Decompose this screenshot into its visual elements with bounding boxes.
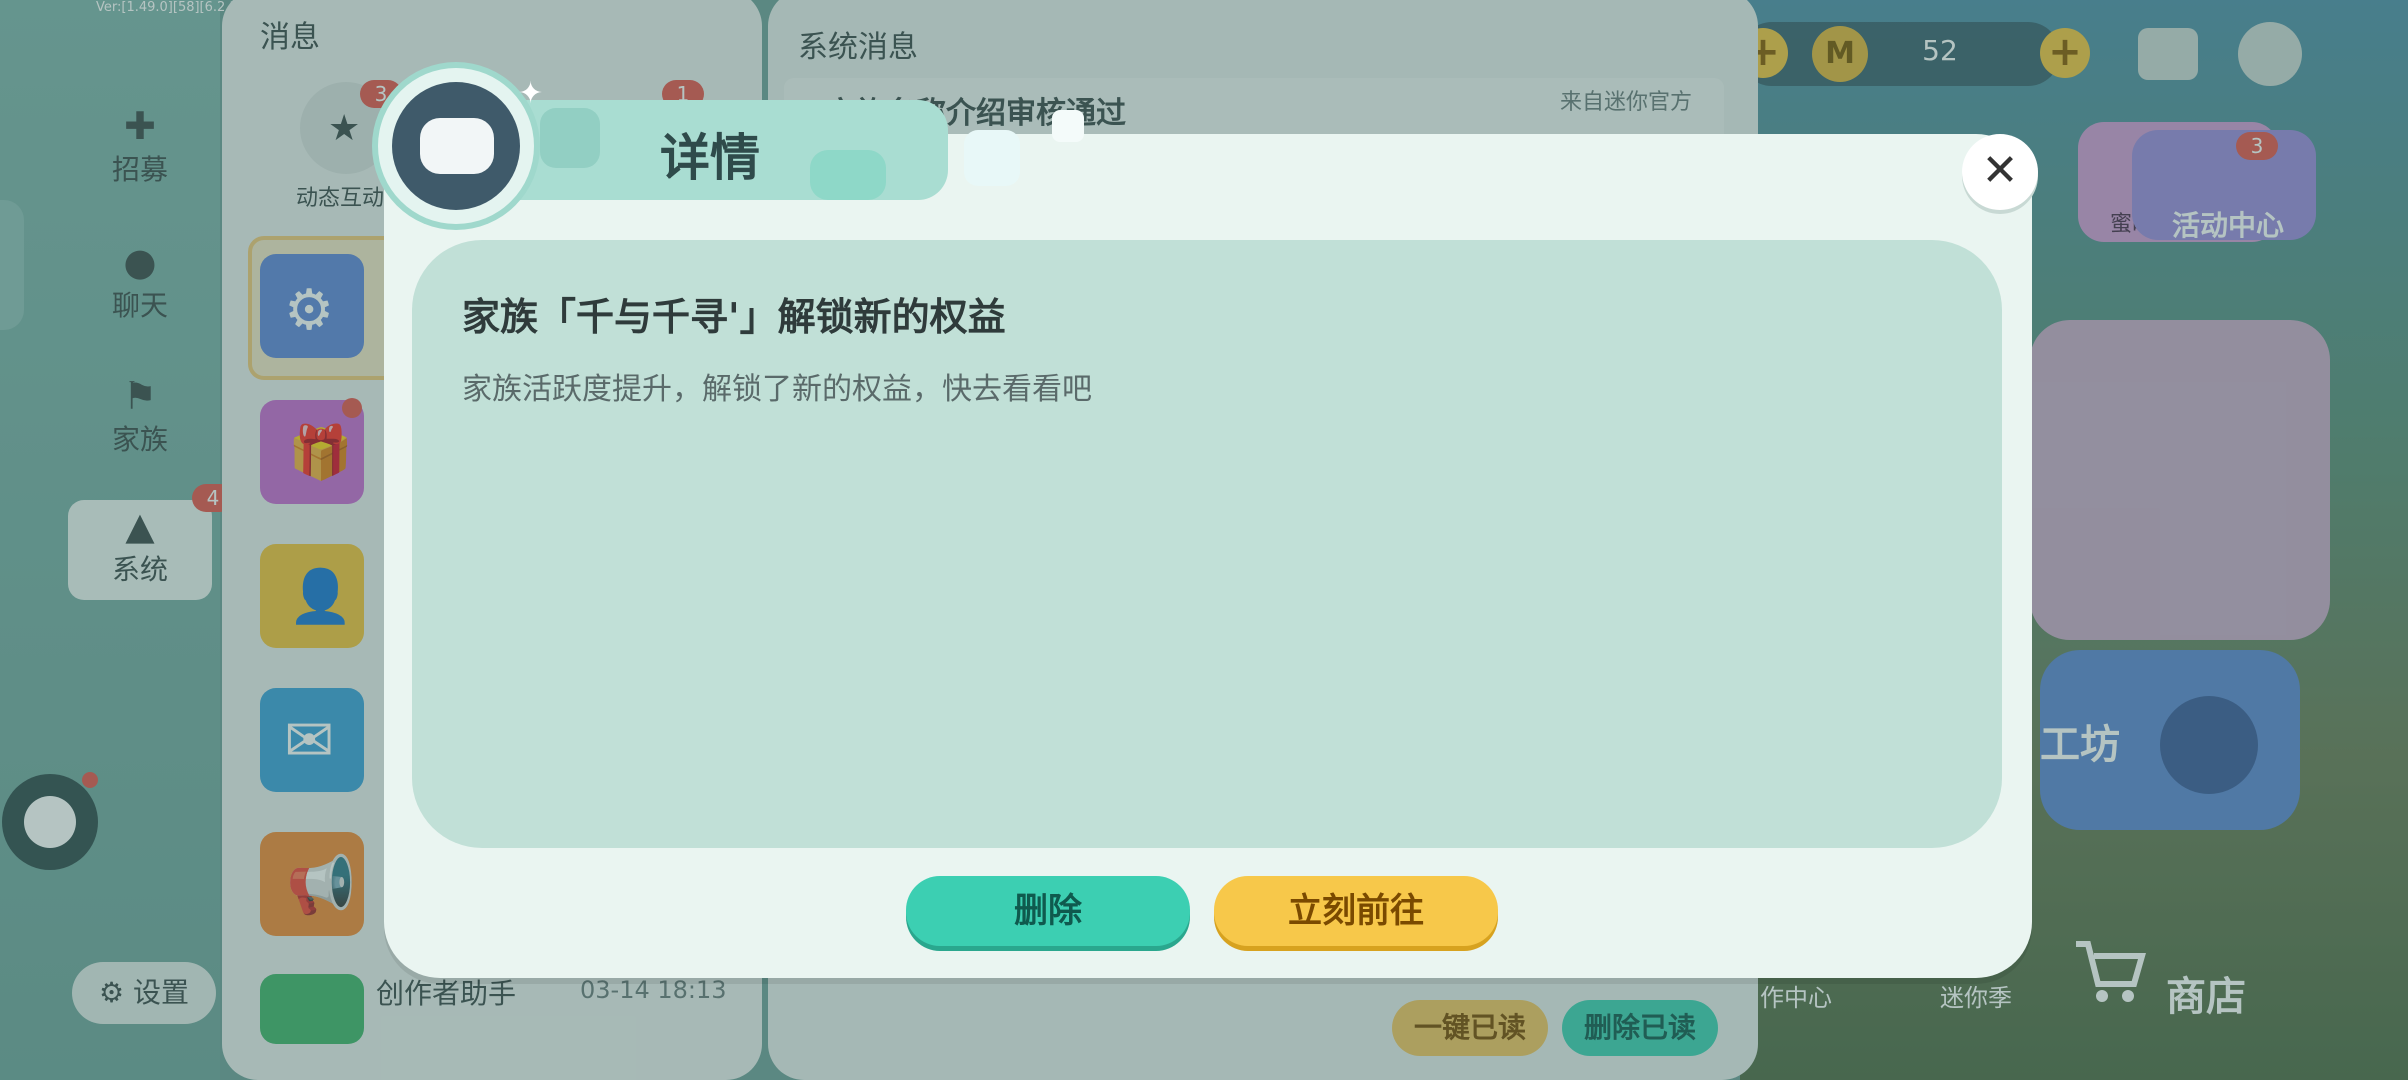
delete-button[interactable]: 删除	[906, 876, 1190, 946]
decor-square	[1052, 110, 1084, 142]
close-button[interactable]: ✕	[1962, 134, 2038, 210]
go-now-button[interactable]: 立刻前往	[1214, 876, 1498, 946]
decor-square	[540, 108, 600, 168]
modal-title: 详情	[660, 129, 760, 187]
decor-square	[810, 150, 886, 200]
message-body: 家族活跃度提升，解锁了新的权益，快去看看吧	[462, 372, 1092, 407]
message-title: 家族「千与千寻'」解锁新的权益	[462, 295, 1006, 339]
sparkle-icon: ✦	[518, 76, 544, 111]
decor-square	[964, 130, 1020, 186]
mascot-face-icon	[420, 118, 494, 174]
